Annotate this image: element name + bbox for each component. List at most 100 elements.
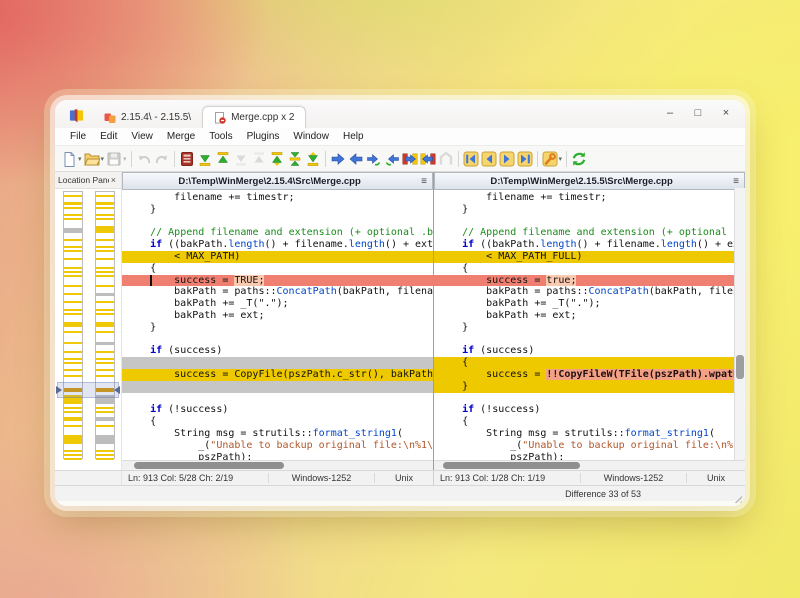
code-line[interactable]: bakPath += ext; <box>434 310 735 322</box>
code-line[interactable]: pszPath); <box>122 452 433 460</box>
menu-item-file[interactable]: File <box>63 131 93 142</box>
open-button[interactable]: ▾ <box>83 148 106 169</box>
code-line[interactable]: if ((bakPath.length() + filename.length(… <box>122 239 433 251</box>
code-line[interactable]: if ((bakPath.length() + filename.length(… <box>434 239 735 251</box>
code-line[interactable]: // Append filename and extension (+ opti… <box>434 227 735 239</box>
code-editor-left[interactable]: filename += timestr; } // Append filenam… <box>122 190 433 460</box>
menu-item-merge[interactable]: Merge <box>160 131 202 142</box>
pane-header-right[interactable]: D:\Temp\WinMerge\2.15.5\Src\Merge.cpp ≡ <box>434 172 745 190</box>
horizontal-scrollbar-left[interactable] <box>122 460 433 470</box>
location-strip-right[interactable] <box>95 191 115 459</box>
tab-folder-compare[interactable]: 2.15.4\ - 2.15.5\ <box>93 107 202 128</box>
code-line[interactable] <box>434 334 735 346</box>
code-line[interactable] <box>122 216 433 228</box>
diff-mark <box>96 267 114 269</box>
code-line[interactable]: bakPath = paths::ConcatPath(bakPath, fil… <box>434 286 735 298</box>
last-file-button[interactable] <box>516 148 534 169</box>
code-line[interactable]: if (!success) <box>434 404 735 416</box>
diff-line[interactable]: success = TRUE; <box>122 275 433 287</box>
code-line[interactable] <box>434 216 735 228</box>
code-line[interactable]: _("Unable to backup original file:\n%1\n <box>122 440 433 452</box>
menu-item-edit[interactable]: Edit <box>93 131 124 142</box>
diff-line[interactable]: { <box>434 357 735 369</box>
code-line[interactable]: { <box>122 416 433 428</box>
code-line[interactable]: filename += timestr; <box>122 192 433 204</box>
code-line[interactable]: if (success) <box>434 345 735 357</box>
copy-right-button[interactable] <box>329 148 347 169</box>
current-difference-button[interactable] <box>286 148 304 169</box>
code-line[interactable]: { <box>434 416 735 428</box>
code-line[interactable]: bakPath += _T("."); <box>122 298 433 310</box>
code-line[interactable]: bakPath += ext; <box>122 310 433 322</box>
dropdown-arrow-icon[interactable]: ▾ <box>101 155 105 163</box>
previous-file-button[interactable] <box>480 148 498 169</box>
tab-merge-cpp[interactable]: Merge.cpp x 2 <box>202 106 306 128</box>
code-editor-right[interactable]: filename += timestr; } // Append filenam… <box>434 190 735 460</box>
ghost-line[interactable] <box>122 381 433 393</box>
dropdown-arrow-icon[interactable]: ▾ <box>123 155 127 163</box>
vertical-scrollbar-right[interactable] <box>734 188 745 461</box>
menu-item-tools[interactable]: Tools <box>202 131 239 142</box>
last-difference-button[interactable] <box>304 148 322 169</box>
diff-line[interactable]: success = true; <box>434 275 735 287</box>
code-line[interactable]: if (success) <box>122 345 433 357</box>
diff-line[interactable]: success = CopyFile(pszPath.c_str(), bakP… <box>122 369 433 381</box>
menu-item-help[interactable]: Help <box>336 131 371 142</box>
location-strip-left[interactable] <box>63 191 83 459</box>
code-line[interactable]: String msg = strutils::format_string1( <box>434 428 735 440</box>
diff-line[interactable]: } <box>434 381 735 393</box>
first-difference-button[interactable] <box>268 148 286 169</box>
copy-right-advance-button[interactable] <box>365 148 383 169</box>
code-line[interactable]: } <box>434 204 735 216</box>
code-line[interactable]: bakPath = paths::ConcatPath(bakPath, fil… <box>122 286 433 298</box>
options-button[interactable] <box>178 148 196 169</box>
location-pane-close-icon[interactable]: × <box>109 175 118 185</box>
new-button[interactable]: ▾ <box>60 148 83 169</box>
copy-left-advance-button[interactable] <box>383 148 401 169</box>
copy-all-right-button[interactable] <box>401 148 419 169</box>
code-line[interactable]: } <box>122 322 433 334</box>
plugin-button[interactable]: ▾ <box>541 148 564 169</box>
pane-header-left[interactable]: D:\Temp\WinMerge\2.15.4\Src\Merge.cpp ≡ <box>122 172 433 190</box>
next-difference-button[interactable] <box>196 148 214 169</box>
close-button[interactable]: × <box>713 103 739 123</box>
menu-item-window[interactable]: Window <box>286 131 336 142</box>
refresh-button[interactable] <box>570 148 588 169</box>
location-viewport-indicator[interactable] <box>57 382 119 398</box>
code-line[interactable] <box>122 393 433 405</box>
first-file-button[interactable] <box>462 148 480 169</box>
code-line[interactable]: filename += timestr; <box>434 192 735 204</box>
dropdown-arrow-icon[interactable]: ▾ <box>78 155 82 163</box>
diff-line[interactable]: < MAX_PATH_FULL) <box>434 251 735 263</box>
previous-difference-button[interactable] <box>214 148 232 169</box>
scrollbar-thumb[interactable] <box>134 462 283 469</box>
code-line[interactable]: } <box>122 204 433 216</box>
minimize-button[interactable]: – <box>657 103 683 123</box>
next-file-button[interactable] <box>498 148 516 169</box>
horizontal-scrollbar-right[interactable] <box>434 460 745 470</box>
code-line[interactable]: pszPath); <box>434 452 735 460</box>
code-line[interactable]: _("Unable to backup original file:\n%1\n <box>434 440 735 452</box>
menu-item-plugins[interactable]: Plugins <box>240 131 287 142</box>
pane-menu-icon[interactable]: ≡ <box>416 176 432 187</box>
diff-line[interactable]: success = !!CopyFileW(TFile(pszPath).wpa… <box>434 369 735 381</box>
code-line[interactable]: // Append filename and extension (+ opti… <box>122 227 433 239</box>
code-line[interactable]: String msg = strutils::format_string1( <box>122 428 433 440</box>
copy-all-left-button[interactable] <box>419 148 437 169</box>
code-line[interactable] <box>122 334 433 346</box>
code-line[interactable]: { <box>434 263 735 275</box>
scrollbar-thumb[interactable] <box>443 462 580 469</box>
dropdown-arrow-icon[interactable]: ▾ <box>559 155 563 163</box>
diff-line[interactable]: < MAX_PATH) <box>122 251 433 263</box>
copy-left-button[interactable] <box>347 148 365 169</box>
menu-item-view[interactable]: View <box>124 131 160 142</box>
code-line[interactable]: bakPath += _T("."); <box>434 298 735 310</box>
pane-menu-icon[interactable]: ≡ <box>728 176 744 187</box>
code-line[interactable]: } <box>434 322 735 334</box>
maximize-button[interactable]: □ <box>685 103 711 123</box>
code-line[interactable]: if (!success) <box>122 404 433 416</box>
ghost-line[interactable] <box>122 357 433 369</box>
scrollbar-thumb[interactable] <box>736 355 744 380</box>
code-line[interactable]: { <box>122 263 433 275</box>
code-line[interactable] <box>434 393 735 405</box>
